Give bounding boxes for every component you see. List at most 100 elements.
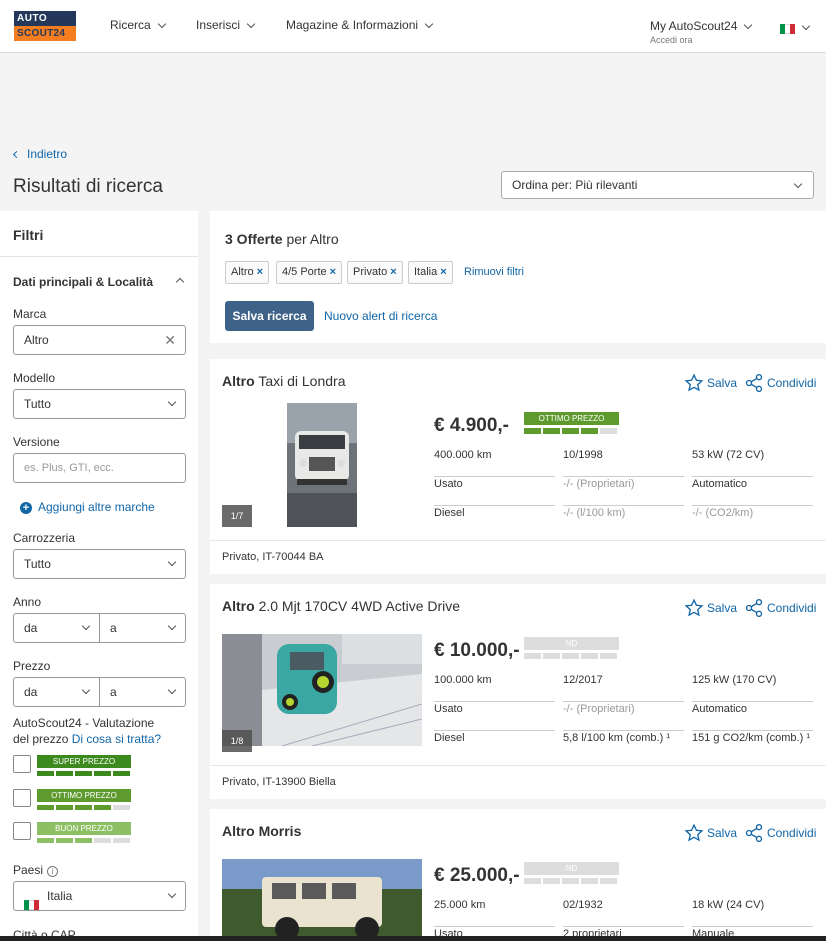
spec-mileage: 25.000 km [434,899,555,927]
filters-title: Filtri [0,211,198,257]
make-input[interactable]: Altro ✕ [13,325,186,355]
great-price-checkbox[interactable] [13,789,31,807]
save-listing-button[interactable]: Salva [684,823,737,843]
spec-power: 53 kW (72 CV) [692,449,813,477]
chip-label: Altro [231,266,254,278]
section-main-data-toggle[interactable]: Dati principali & Località [0,257,198,299]
spec-emissions: 151 g CO2/km (comb.) ¹ [692,732,810,744]
clear-icon[interactable]: ✕ [164,326,176,354]
taxi-photo-icon [287,403,357,527]
nav-ricerca[interactable]: Ricerca [110,18,166,32]
listing-price: € 25.000,- [434,865,520,886]
save-listing-button[interactable]: Salva [684,373,737,393]
chip-label: Italia [414,266,438,278]
filter-chip-make[interactable]: Altro × [225,261,270,284]
body-label: Carrozzeria [13,531,76,545]
vintage-car-photo-icon [222,859,422,939]
results-count-number: 3 Offerte [225,231,283,247]
price-from-value: da [24,685,38,699]
country-label: Paesi [13,863,44,877]
new-alert-link[interactable]: Nuovo alert di ricerca [324,309,437,323]
my-account-menu[interactable]: My AutoScout24 [650,19,753,33]
login-link[interactable]: Accedi ora [650,35,693,45]
filter-chip-country[interactable]: Italia × [408,261,453,284]
price-to-select[interactable]: a [99,677,186,707]
nav-inserisci[interactable]: Inserisci [196,18,256,32]
autoscout24-logo[interactable]: AUTO SCOUT24 [14,11,76,41]
share-label: Condividi [767,826,817,840]
remove-chip-icon[interactable]: × [440,266,446,278]
save-search-button[interactable]: Salva ricerca [225,301,314,331]
seller-info: Privato, IT-70044 BA [210,540,826,573]
spec-registration: 12/2017 [563,674,684,702]
language-selector[interactable] [780,20,811,34]
share-listing-button[interactable]: Condividi [744,598,816,618]
version-input[interactable]: es. Plus, GTI, ecc. [13,453,186,483]
chevron-down-icon [793,179,803,189]
photo-count-badge: 1/8 [222,730,252,752]
add-more-makes-link[interactable]: + Aggiungi altre marche [20,500,155,514]
listing-price: € 4.900,- [434,415,509,436]
country-label-row: Paesi i [13,863,59,877]
page-title: Risultati di ricerca [13,176,163,197]
share-icon [745,824,763,842]
chip-label: 4/5 Porte [282,266,327,278]
share-listing-button[interactable]: Condividi [744,373,816,393]
sort-select[interactable]: Ordina per: Più rilevanti [501,171,814,199]
filter-chip-seller[interactable]: Privato × [347,261,403,284]
share-listing-button[interactable]: Condividi [744,823,816,843]
back-link[interactable]: Indietro [12,147,67,161]
remove-filters-link[interactable]: Rimuovi filtri [464,266,524,278]
results-count: 3 Offerte per Altro [225,231,339,247]
logo-bottom-text: SCOUT24 [14,26,76,41]
chevron-up-icon [175,277,185,287]
logo-top-text: AUTO [14,11,76,26]
chevron-down-icon [801,21,811,31]
filter-chip-doors[interactable]: 4/5 Porte × [276,261,343,284]
listing-title[interactable]: Altro Taxi di Londra [222,373,345,389]
listing-card[interactable]: Altro Morris Salva Condividi € 25.000,- … [210,809,826,939]
listing-title[interactable]: Altro Morris [222,823,301,839]
remove-chip-icon[interactable]: × [390,266,396,278]
great-price-badge: OTTIMO PREZZO [37,789,131,802]
price-label: Prezzo [13,659,51,673]
remove-chip-icon[interactable]: × [330,266,336,278]
country-value: Italia [47,889,73,903]
chevron-down-icon [424,19,434,29]
remove-chip-icon[interactable]: × [257,266,263,278]
sort-value: Ordina per: Più rilevanti [512,178,638,192]
spec-owners: -/- (Proprietari) [563,478,684,506]
plus-circle-icon: + [20,502,32,514]
spec-transmission: Automatico [692,478,813,506]
listing-title[interactable]: Altro 2.0 Mjt 170CV 4WD Active Drive [222,598,460,614]
listing-card[interactable]: Altro Taxi di Londra Salva Condividi 1/7… [210,359,826,574]
country-select[interactable]: Italia [13,881,186,911]
listing-photo[interactable] [287,403,357,527]
chevron-down-icon [167,397,177,407]
filter-sidebar: Filtri Dati principali & Località Marca … [0,211,198,941]
year-to-select[interactable]: a [99,613,186,643]
spec-fuel: Diesel [434,507,465,519]
nav-magazine[interactable]: Magazine & Informazioni [286,18,434,32]
listing-photo[interactable] [222,634,422,746]
spec-consumption: -/- (l/100 km) [563,507,626,519]
nav-label: Magazine & Informazioni [286,18,419,32]
listing-card[interactable]: Altro 2.0 Mjt 170CV 4WD Active Drive Sal… [210,584,826,799]
rating-label: OTTIMO PREZZO [524,412,619,425]
listing-photo[interactable] [222,859,422,939]
good-price-checkbox[interactable] [13,822,31,840]
save-listing-button[interactable]: Salva [684,598,737,618]
year-from-select[interactable]: da [13,613,100,643]
model-select[interactable]: Tutto [13,389,186,419]
body-select[interactable]: Tutto [13,549,186,579]
info-icon[interactable]: i [47,866,59,877]
star-icon [684,823,704,842]
price-from-select[interactable]: da [13,677,100,707]
spec-condition: Usato [434,478,555,506]
rating-bars [524,653,619,659]
spec-condition: Usato [434,703,555,731]
my-account-label: My AutoScout24 [650,19,738,33]
rating-help-link[interactable]: Di cosa si tratta? [72,732,161,746]
model-label: Modello [13,371,56,385]
super-price-checkbox[interactable] [13,755,31,773]
